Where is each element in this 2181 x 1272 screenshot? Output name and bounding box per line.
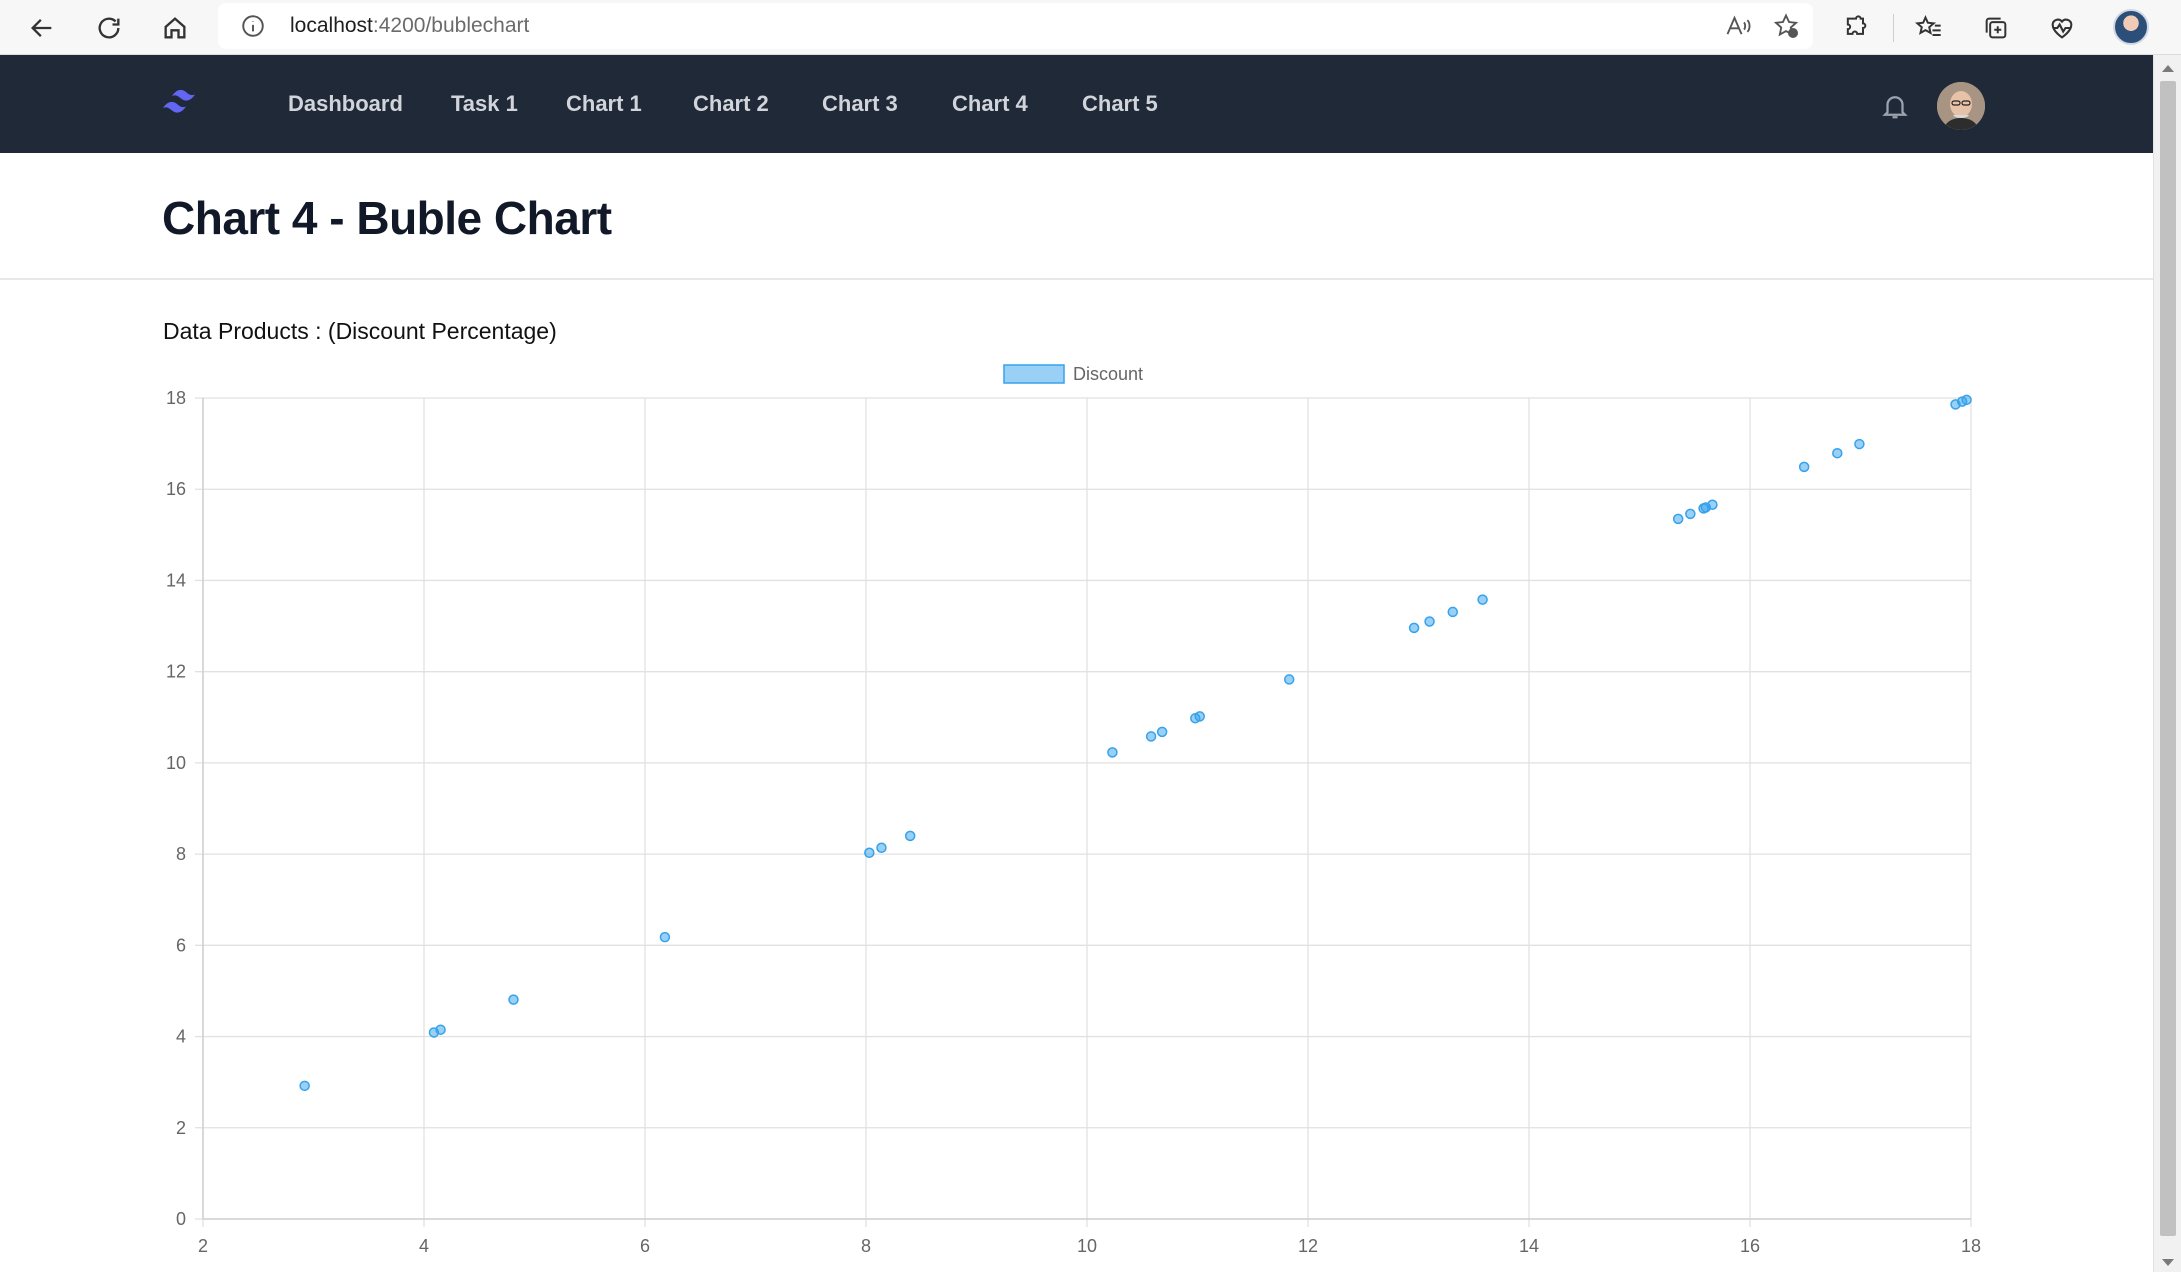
x-tick-label: 18: [1961, 1236, 1981, 1256]
data-point: [1424, 616, 1435, 627]
legend-swatch: [1003, 364, 1065, 384]
data-point: [1854, 438, 1865, 450]
data-point: [1685, 508, 1696, 520]
data-point: [1798, 461, 1810, 473]
y-tick-label: 14: [166, 570, 186, 590]
data-point: [1283, 674, 1295, 685]
x-tick-label: 8: [861, 1236, 871, 1256]
data-point: [1156, 726, 1168, 738]
y-tick-label: 12: [166, 662, 186, 682]
y-tick-label: 8: [176, 844, 186, 864]
y-tick-label: 4: [176, 1027, 186, 1047]
data-point: [1961, 394, 1972, 406]
data-point: [864, 847, 875, 858]
data-point: [299, 1080, 310, 1092]
y-tick-label: 18: [166, 388, 186, 408]
data-point: [1408, 622, 1420, 634]
bubble-chart: 2 4 6 8 10 12 14 16 18024681012141618Discount: [166, 364, 1981, 1256]
y-tick-label: 10: [166, 753, 186, 773]
x-tick-label: 4: [419, 1236, 429, 1256]
data-point: [1145, 731, 1157, 742]
y-tick-label: 16: [166, 479, 186, 499]
legend-label: Discount: [1073, 364, 1143, 384]
scroll-down-icon[interactable]: [2162, 1259, 2174, 1266]
x-tick-label: 6: [640, 1236, 650, 1256]
x-tick-label: 2: [198, 1236, 208, 1256]
data-point: [1194, 711, 1205, 722]
x-tick-label: 10: [1077, 1236, 1097, 1256]
scroll-thumb[interactable]: [2160, 81, 2176, 1236]
page-scrollbar[interactable]: [2153, 55, 2181, 1272]
data-point: [1707, 499, 1718, 510]
x-tick-label: 16: [1740, 1236, 1760, 1256]
x-tick-label: 14: [1519, 1236, 1539, 1256]
data-point: [435, 1024, 446, 1035]
data-point: [1832, 447, 1843, 459]
data-point: [1107, 747, 1118, 758]
y-tick-label: 0: [176, 1209, 186, 1229]
data-point: [1477, 594, 1488, 605]
scroll-up-icon[interactable]: [2162, 65, 2174, 72]
data-point: [904, 830, 916, 842]
data-point: [1447, 606, 1459, 618]
data-point: [659, 931, 671, 943]
data-point: [1672, 513, 1684, 525]
x-tick-label: 12: [1298, 1236, 1318, 1256]
data-point: [508, 994, 519, 1005]
y-tick-label: 2: [176, 1118, 186, 1138]
data-point: [876, 842, 887, 853]
y-tick-label: 6: [176, 935, 186, 955]
